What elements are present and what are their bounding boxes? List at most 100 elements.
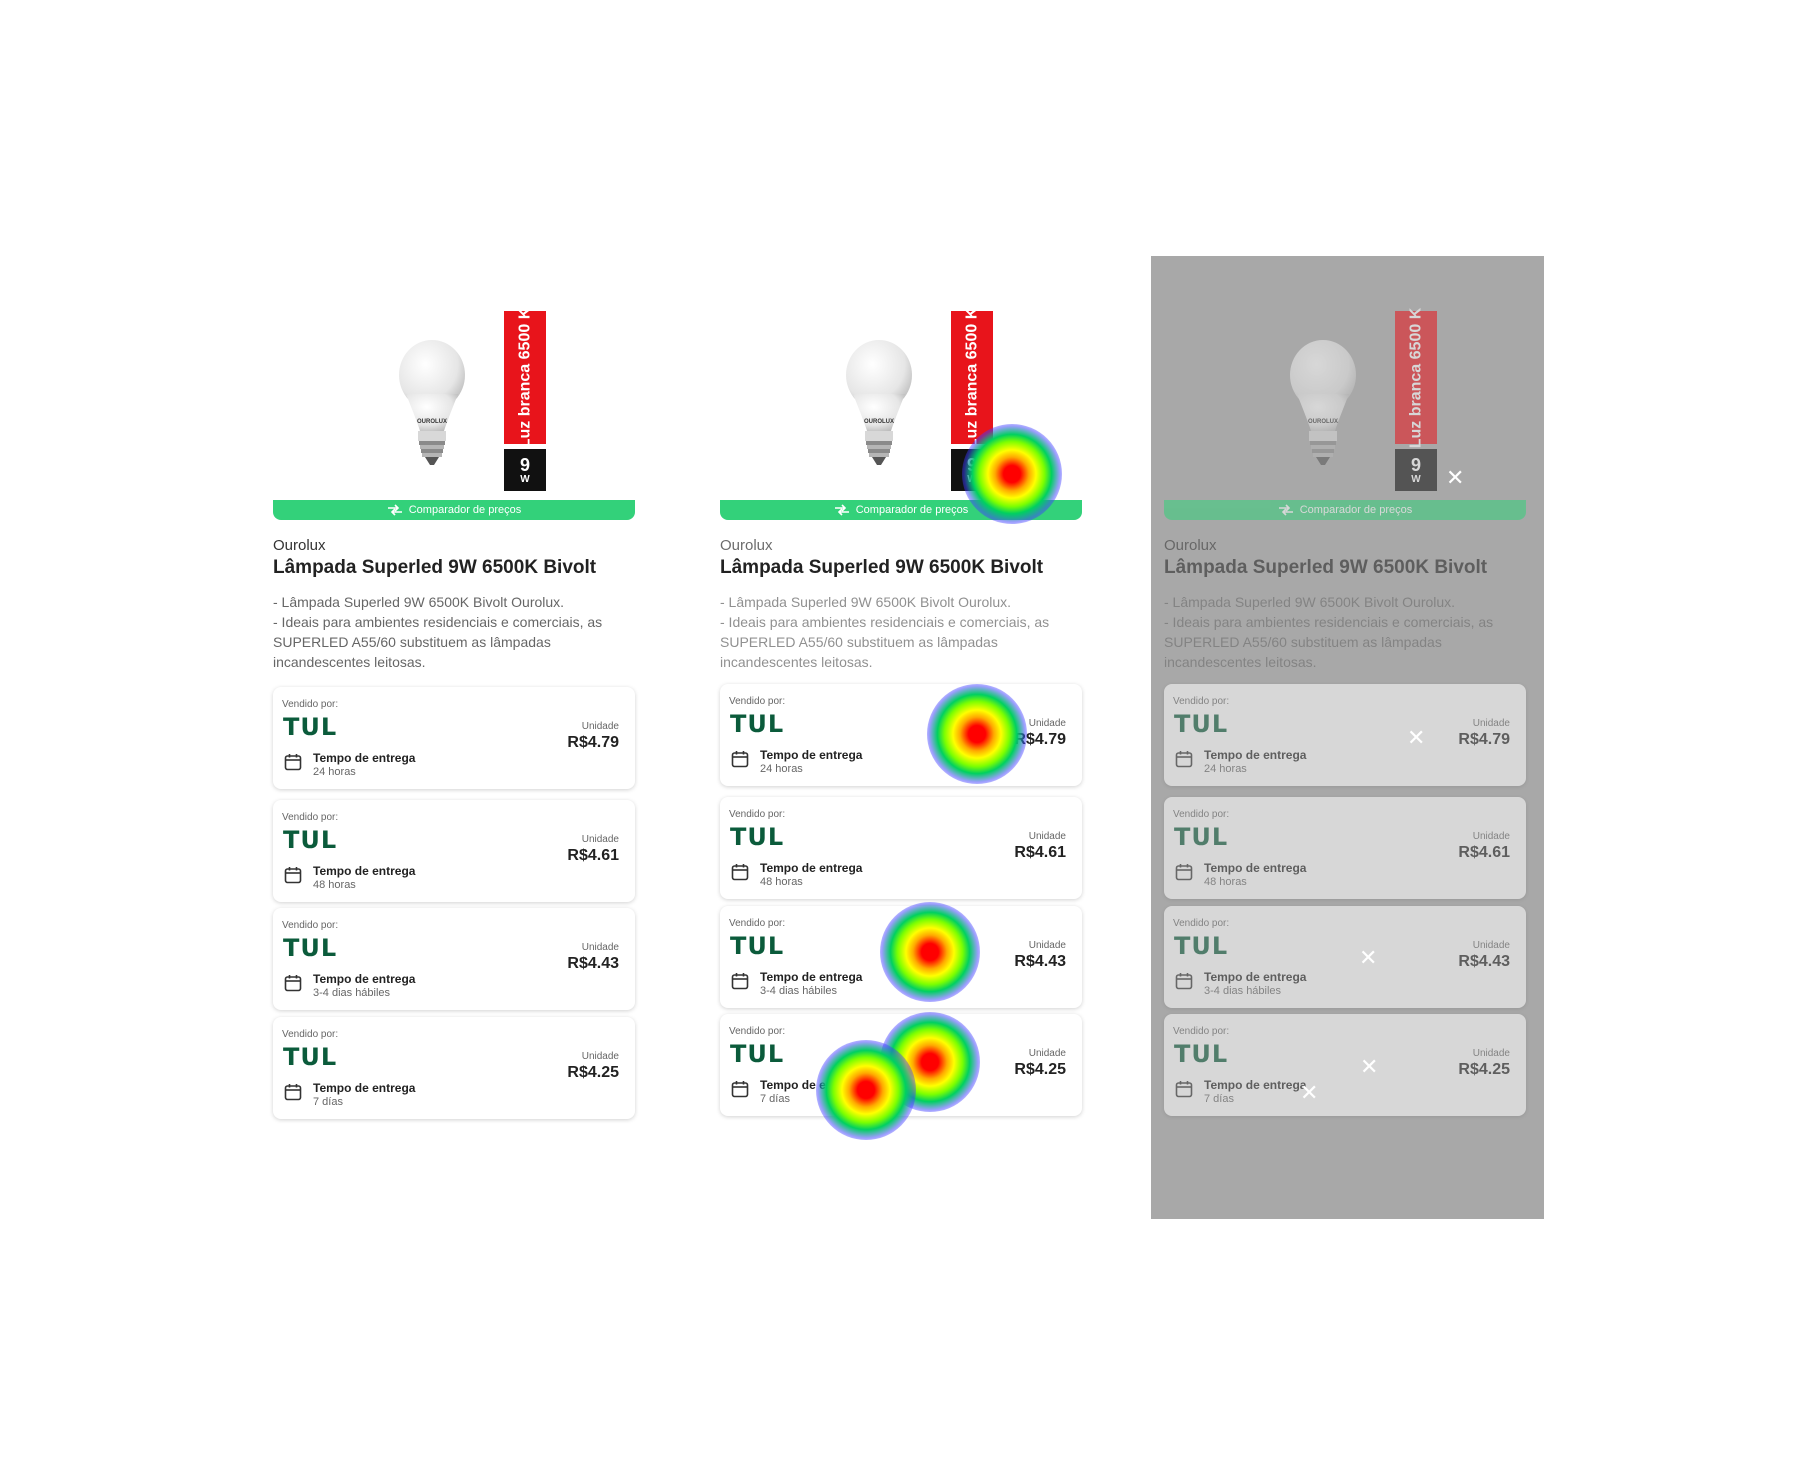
delivery-time-label: Tempo de entrega [313,864,416,878]
product-description: - Lâmpada Superled 9W 6500K Bivolt Ourol… [273,594,603,670]
sold-by-label: Vendido por: [282,699,339,710]
offer-price: R$4.25 [1014,1061,1066,1078]
offer-price: R$4.61 [567,847,619,864]
delivery-time-value: 3-4 dias hábiles [760,985,838,997]
offer-price: R$4.61 [1458,844,1510,861]
sold-by-label: Vendido por: [282,1029,339,1040]
delivery-time-label: Tempo de entrega [313,972,416,986]
delivery-time-value: 3-4 dias hábiles [1204,985,1282,997]
compare-arrows-icon [1278,504,1293,516]
calendar-icon [284,754,302,771]
offer-card[interactable]: Vendido por: TUL Tempo de entrega 24 hor… [1164,684,1526,786]
close-icon: ✕ [1359,945,1378,970]
offer-card[interactable]: Vendido por: TUL Tempo de entrega 48 hor… [720,797,1082,899]
seller-logo: TUL [1174,1040,1229,1068]
unit-label: Unidade [1028,831,1066,842]
compare-label: Comparador de preços [855,504,969,516]
close-icon: ✕ [1407,725,1426,750]
offer-price: R$4.25 [1458,1061,1510,1078]
calendar-icon [1175,864,1193,881]
price-comparator-button[interactable]: Comparador de preços [1164,500,1526,520]
product-brand: Ourolux [720,537,773,554]
sold-by-label: Vendido por: [729,809,786,820]
svg-text:OUROLUX: OUROLUX [1308,419,1338,425]
delivery-time-value: 7 días [1204,1093,1234,1105]
unit-label: Unidade [581,1051,619,1062]
offer-card[interactable]: Vendido por: TUL Tempo de entrega 24 hor… [720,684,1082,786]
svg-text:OUROLUX: OUROLUX [417,419,447,425]
sold-by-label: Vendido por: [1173,1026,1230,1037]
seller-logo: TUL [283,934,338,962]
offer-card[interactable]: Vendido por: TUL Tempo de entrega 3-4 di… [1164,906,1526,1008]
sold-by-label: Vendido por: [1173,696,1230,707]
offer-price: R$4.79 [567,734,619,751]
calendar-icon [1175,1081,1193,1098]
product-description: - Lâmpada Superled 9W 6500K Bivolt Ourol… [720,594,1050,670]
seller-logo: TUL [283,713,338,741]
delivery-time-value: 24 horas [760,763,803,775]
offer-card[interactable]: Vendido por: TUL Tempo de entrega 48 hor… [273,800,635,902]
unit-label: Unidade [1028,940,1066,951]
seller-logo: TUL [283,826,338,854]
unit-label: Unidade [1028,1048,1066,1059]
seller-logo: TUL [730,823,785,851]
product-brand: Ourolux [273,537,326,554]
delivery-time-value: 48 horas [1204,876,1247,888]
delivery-time-value: 3-4 dias hábiles [313,987,391,999]
seller-logo: TUL [730,710,785,738]
unit-label: Unidade [1472,1048,1510,1059]
delivery-time-label: Tempo de entrega [313,751,416,765]
wattage-label: 9 W [1395,449,1437,491]
delivery-time-label: Tempo de entrega [760,970,863,984]
delivery-time-value: 48 horas [760,876,803,888]
sold-by-label: Vendido por: [729,696,786,707]
product-description: - Lâmpada Superled 9W 6500K Bivolt Ourol… [1164,594,1494,670]
delivery-time-label: Tempo de entrega [1204,1078,1307,1092]
offer-price: R$4.79 [1458,731,1510,748]
offer-card[interactable]: Vendido por: TUL Tempo de entrega 24 hor… [273,687,635,789]
price-comparator-button[interactable]: Comparador de preços [273,500,635,520]
calendar-icon [731,973,749,990]
compare-label: Comparador de preços [408,504,522,516]
close-icon: ✕ [1446,465,1465,490]
delivery-time-label: Tempo de entrega [760,748,863,762]
offer-price: R$4.25 [567,1064,619,1081]
color-temperature-label: Luz branca 6500 K [1395,307,1437,448]
close-icon: ✕ [1360,1054,1379,1079]
color-temperature-label: Luz branca 6500 K [504,307,546,448]
unit-label: Unidade [1472,718,1510,729]
unit-label: Unidade [1028,718,1066,729]
offer-card[interactable]: Vendido por: TUL Tempo de entrega 7 días… [273,1017,635,1119]
offer-card[interactable]: Vendido por: TUL Tempo de entrega 48 hor… [1164,797,1526,899]
delivery-time-label: Tempo de entrega [1204,970,1307,984]
product-title: Lâmpada Superled 9W 6500K Bivolt [1164,557,1488,578]
delivery-time-value: 7 días [760,1093,790,1105]
unit-label: Unidade [581,942,619,953]
calendar-icon [731,1081,749,1098]
delivery-time-value: 48 horas [313,879,356,891]
offer-card[interactable]: Vendido por: TUL Tempo de entrega 3-4 di… [273,908,635,1010]
product-image: OUROLUX Luz branca 6500 K 9 W [1164,307,1524,491]
offer-price: R$4.43 [1014,953,1066,970]
heatmap-hotspot [927,684,1027,784]
product-image: OUROLUX Luz branca 6500 K 9 W [273,307,633,491]
bulb-icon: OUROLUX [846,340,912,465]
offer-card[interactable]: Vendido por: TUL Tempo de entrega 7 días… [1164,1014,1526,1116]
product-title: Lâmpada Superled 9W 6500K Bivolt [720,557,1044,578]
offer-price: R$4.61 [1014,844,1066,861]
heatmap-hotspot [962,424,1062,524]
wattage-label: 9 W [504,449,546,491]
delivery-time-label: Tempo de entrega [760,861,863,875]
product-brand: Ourolux [1164,537,1217,554]
seller-logo: TUL [283,1043,338,1071]
sold-by-label: Vendido por: [282,812,339,823]
heatmap-hotspot [880,902,980,1002]
calendar-icon [1175,973,1193,990]
sold-by-label: Vendido por: [729,918,786,929]
calendar-icon [284,975,302,992]
calendar-icon [284,867,302,884]
delivery-time-label: Tempo de entrega [1204,861,1307,875]
sold-by-label: Vendido por: [1173,809,1230,820]
unit-label: Unidade [1472,831,1510,842]
offer-price: R$4.43 [567,955,619,972]
